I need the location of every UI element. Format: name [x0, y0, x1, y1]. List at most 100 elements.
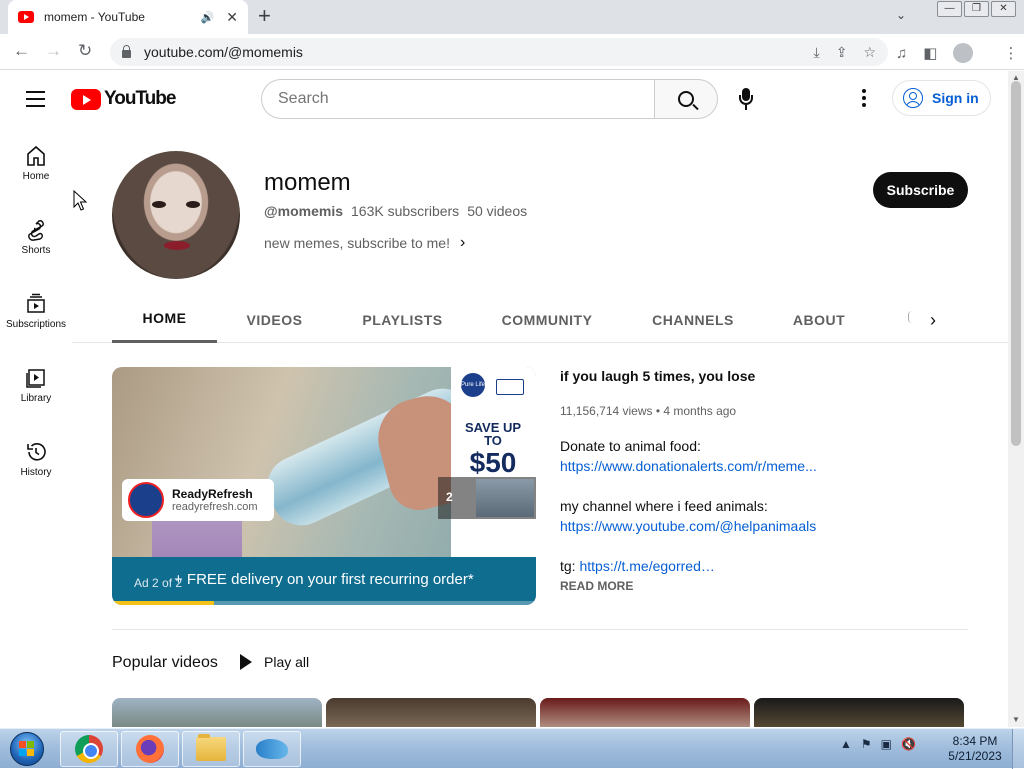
ad-offer-bar[interactable]: Ad 2 of 2 + FREE delivery on your first …: [112, 557, 536, 605]
play-icon: [240, 654, 252, 670]
account-circle-icon: [903, 88, 923, 108]
side-panel-icon[interactable]: ◧: [923, 44, 937, 62]
channel-tabs: HOME VIDEOS PLAYLISTS COMMUNITY CHANNELS…: [72, 296, 1008, 343]
video-thumbnail[interactable]: [112, 698, 322, 727]
guide-item-library[interactable]: Library: [0, 349, 72, 421]
show-desktop-button[interactable]: [1012, 729, 1024, 769]
network-icon[interactable]: ▣: [881, 737, 892, 751]
youtube-logo[interactable]: YouTube: [71, 88, 176, 110]
page-scrollbar[interactable]: ▲ ▼: [1008, 71, 1024, 727]
share-icon[interactable]: ⇪: [836, 44, 848, 61]
maximize-button[interactable]: ❐: [964, 1, 989, 17]
search-input[interactable]: [261, 79, 654, 119]
scroll-down-arrow-icon[interactable]: ▼: [1012, 715, 1020, 724]
guide-label-history: History: [20, 467, 52, 478]
play-all-label: Play all: [264, 654, 310, 670]
guide-label-subscriptions: Subscriptions: [5, 319, 67, 330]
scrollbar-thumb[interactable]: [1011, 81, 1021, 446]
start-button[interactable]: [4, 730, 50, 768]
taskbar-app[interactable]: [243, 731, 301, 767]
video-thumbnail[interactable]: [540, 698, 750, 727]
tabs-scroll-right-icon[interactable]: ›: [930, 310, 936, 331]
dolphin-icon: [256, 739, 288, 759]
minimize-button[interactable]: —: [937, 1, 962, 17]
video-thumbnail[interactable]: [326, 698, 536, 727]
featured-desc-link1[interactable]: https://www.donationalerts.com/r/meme...: [560, 458, 817, 474]
lock-icon[interactable]: [122, 45, 131, 58]
search-button[interactable]: [654, 79, 718, 119]
sign-in-label: Sign in: [932, 90, 979, 106]
action-center-icon[interactable]: ⚑: [861, 737, 872, 751]
tab-about[interactable]: ABOUT: [784, 296, 854, 343]
channel-avatar[interactable]: [112, 151, 240, 279]
play-all-button[interactable]: Play all: [240, 654, 309, 670]
subscribe-button[interactable]: Subscribe: [873, 172, 968, 208]
guide-item-subscriptions[interactable]: Subscriptions: [0, 275, 72, 347]
guide-item-shorts[interactable]: Shorts: [0, 201, 72, 273]
browser-tab-strip: momem - YouTube 🔊 ✕ + ⌄ — ❐ ✕: [0, 0, 1024, 34]
tab-channels[interactable]: CHANNELS: [644, 296, 742, 343]
ad-progress-fill: [112, 601, 214, 605]
video-thumbnail[interactable]: [754, 698, 964, 727]
audio-playing-icon[interactable]: 🔊: [201, 11, 215, 24]
home-icon: [27, 145, 45, 166]
channel-name: momem: [264, 169, 351, 196]
next-ad-preview[interactable]: 2: [438, 477, 536, 519]
volume-muted-icon[interactable]: 🔇: [901, 737, 916, 751]
tab-community[interactable]: COMMUNITY: [492, 296, 602, 343]
reload-icon[interactable]: ↻: [78, 41, 92, 61]
subscriber-count: 163K subscribers: [351, 203, 460, 219]
featured-video-player[interactable]: Pure Life SAVE UP TO $50 2 ReadyRefresh …: [112, 367, 536, 605]
profile-icon[interactable]: [953, 43, 974, 63]
channel-meta: @momemis 163K subscribers 50 videos: [264, 203, 535, 219]
guide-label-shorts: Shorts: [21, 245, 51, 256]
shelf-title[interactable]: Popular videos: [112, 654, 218, 672]
featured-desc-link2[interactable]: https://www.youtube.com/@helpanimaals: [560, 518, 816, 534]
read-more-link[interactable]: READ MORE: [560, 579, 633, 593]
featured-desc-link3[interactable]: https://t.me/egorred…: [579, 558, 714, 574]
tray-expand-icon[interactable]: ▲: [840, 737, 852, 751]
ad-side-panel: Pure Life SAVE UP TO $50: [451, 367, 536, 557]
system-tray: ▲ ⚑ ▣ 🔇: [840, 737, 925, 751]
ad-progress-bar[interactable]: [112, 601, 536, 605]
ad-save-amount: $50: [469, 447, 517, 478]
ad-save-text: SAVE UP TO: [464, 420, 522, 448]
tab-videos[interactable]: VIDEOS: [237, 296, 312, 343]
back-icon[interactable]: ←: [13, 41, 30, 61]
install-app-icon[interactable]: ⤓: [814, 44, 820, 61]
featured-video-title[interactable]: if you laugh 5 times, you lose: [560, 368, 755, 384]
tab-home[interactable]: HOME: [112, 296, 217, 343]
taskbar-explorer[interactable]: [182, 731, 240, 767]
taskbar-clock[interactable]: 8:34 PM 5/21/2023: [942, 734, 1008, 764]
taskbar-chrome[interactable]: [60, 731, 118, 767]
sign-in-button[interactable]: Sign in: [892, 80, 991, 116]
taskbar-firefox[interactable]: [121, 731, 179, 767]
close-tab-icon[interactable]: ✕: [226, 9, 238, 26]
channel-description[interactable]: new memes, subscribe to me! ›: [264, 234, 465, 252]
browser-menu-icon[interactable]: ⋮: [1003, 44, 1018, 62]
browser-toolbar: ← → ↻ youtube.com/@momemis ⤓ ⇪ ☆ ♫ ◧ ⋮: [0, 34, 1024, 70]
firefox-icon: [136, 735, 164, 763]
advertiser-domain: readyrefresh.com: [172, 501, 258, 513]
advertiser-logo: [128, 482, 164, 518]
guide-label-home: Home: [22, 171, 50, 182]
tab-search-chevron-icon[interactable]: ⌄: [896, 8, 906, 22]
url-text[interactable]: youtube.com/@momemis: [144, 44, 798, 60]
library-icon: [26, 369, 45, 388]
close-window-button[interactable]: ✕: [991, 1, 1016, 17]
folder-icon: [196, 734, 226, 761]
address-bar[interactable]: youtube.com/@momemis ⤓ ⇪ ☆: [110, 38, 888, 66]
advertiser-card[interactable]: ReadyRefresh readyrefresh.com: [122, 479, 274, 521]
voice-search-mic-icon[interactable]: [736, 88, 756, 112]
guide-menu-icon[interactable]: [26, 91, 45, 112]
forward-icon[interactable]: →: [45, 41, 62, 61]
settings-more-icon[interactable]: [856, 89, 872, 109]
tab-playlists[interactable]: PLAYLISTS: [355, 296, 450, 343]
browser-tab[interactable]: momem - YouTube 🔊 ✕: [8, 0, 248, 34]
guide-item-home[interactable]: Home: [0, 127, 72, 199]
bookmark-star-icon[interactable]: ☆: [863, 44, 876, 61]
media-controls-icon[interactable]: ♫: [896, 45, 907, 62]
guide-item-history[interactable]: History: [0, 423, 72, 495]
new-tab-button[interactable]: +: [258, 5, 271, 27]
search-icon: [678, 91, 694, 107]
